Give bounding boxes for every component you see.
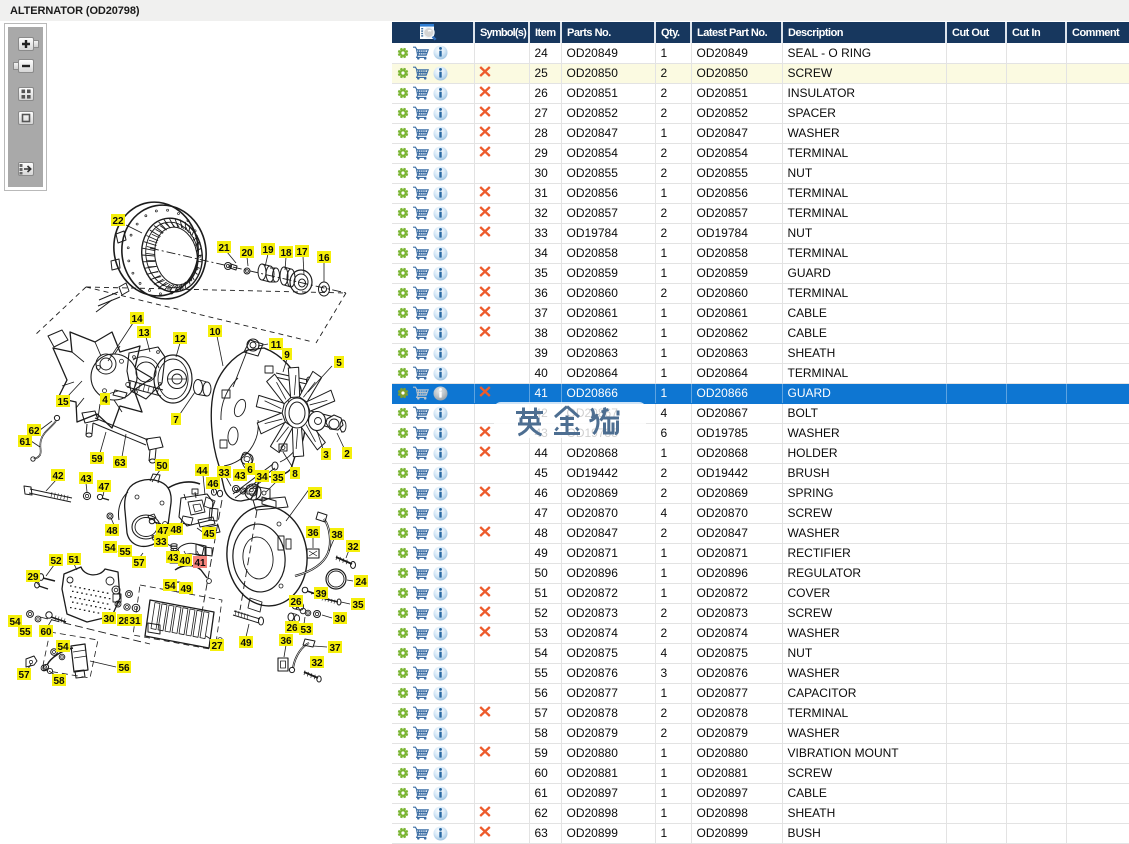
svg-text:44: 44 [196, 466, 208, 477]
svg-text:32: 32 [347, 542, 359, 553]
svg-text:55: 55 [119, 547, 131, 558]
svg-text:57: 57 [18, 670, 30, 681]
svg-text:57: 57 [133, 558, 145, 569]
svg-text:42: 42 [52, 471, 64, 482]
svg-text:54: 54 [104, 543, 116, 554]
svg-text:58: 58 [53, 676, 65, 687]
svg-text:13: 13 [138, 328, 150, 339]
svg-text:20: 20 [241, 248, 253, 259]
svg-text:34: 34 [256, 472, 268, 483]
svg-text:6: 6 [247, 465, 253, 476]
svg-text:48: 48 [106, 526, 118, 537]
svg-text:49: 49 [240, 638, 252, 649]
svg-text:36: 36 [280, 636, 292, 647]
svg-text:43: 43 [234, 471, 246, 482]
svg-text:19: 19 [262, 245, 274, 256]
svg-text:7: 7 [173, 415, 179, 426]
svg-text:30: 30 [103, 614, 115, 625]
svg-text:40: 40 [179, 556, 191, 567]
svg-text:43: 43 [80, 474, 92, 485]
svg-text:12: 12 [174, 334, 186, 345]
svg-text:30: 30 [334, 614, 346, 625]
svg-text:15: 15 [57, 397, 69, 408]
svg-text:3: 3 [323, 450, 329, 461]
svg-text:26: 26 [290, 597, 302, 608]
svg-text:47: 47 [98, 482, 110, 493]
svg-text:35: 35 [272, 473, 284, 484]
svg-text:46: 46 [207, 479, 219, 490]
svg-text:22: 22 [112, 216, 124, 227]
svg-text:63: 63 [114, 458, 126, 469]
svg-text:23: 23 [309, 489, 321, 500]
svg-text:54: 54 [164, 581, 176, 592]
svg-text:2: 2 [344, 449, 350, 460]
svg-text:31: 31 [129, 616, 141, 627]
svg-text:50: 50 [156, 461, 168, 472]
svg-text:18: 18 [280, 248, 292, 259]
svg-text:33: 33 [218, 468, 230, 479]
svg-text:48: 48 [170, 525, 182, 536]
svg-text:26: 26 [286, 623, 298, 634]
svg-text:54: 54 [57, 642, 69, 653]
svg-text:11: 11 [271, 340, 282, 351]
svg-text:33: 33 [155, 537, 167, 548]
svg-text:5: 5 [336, 358, 342, 369]
svg-text:4: 4 [102, 395, 108, 406]
svg-text:9: 9 [284, 350, 290, 361]
svg-text:27: 27 [211, 641, 223, 652]
svg-text:17: 17 [296, 247, 308, 258]
svg-text:59: 59 [91, 454, 103, 465]
svg-text:16: 16 [318, 253, 330, 264]
svg-text:51: 51 [68, 555, 80, 566]
svg-text:41: 41 [194, 558, 206, 569]
svg-text:45: 45 [203, 529, 215, 540]
svg-text:56: 56 [118, 663, 130, 674]
svg-text:49: 49 [180, 584, 192, 595]
svg-text:53: 53 [300, 625, 312, 636]
svg-text:39: 39 [315, 589, 327, 600]
svg-text:10: 10 [209, 327, 221, 338]
svg-text:29: 29 [27, 572, 39, 583]
svg-text:43: 43 [167, 553, 179, 564]
svg-text:60: 60 [40, 627, 52, 638]
svg-text:14: 14 [131, 314, 143, 325]
svg-text:24: 24 [355, 577, 367, 588]
svg-text:38: 38 [331, 530, 343, 541]
svg-text:21: 21 [218, 243, 230, 254]
svg-text:52: 52 [50, 556, 62, 567]
svg-text:32: 32 [311, 658, 323, 669]
svg-text:61: 61 [19, 437, 31, 448]
svg-text:37: 37 [329, 643, 341, 654]
svg-text:55: 55 [19, 627, 31, 638]
svg-text:36: 36 [307, 528, 319, 539]
svg-text:35: 35 [352, 600, 364, 611]
svg-text:8: 8 [292, 469, 298, 480]
